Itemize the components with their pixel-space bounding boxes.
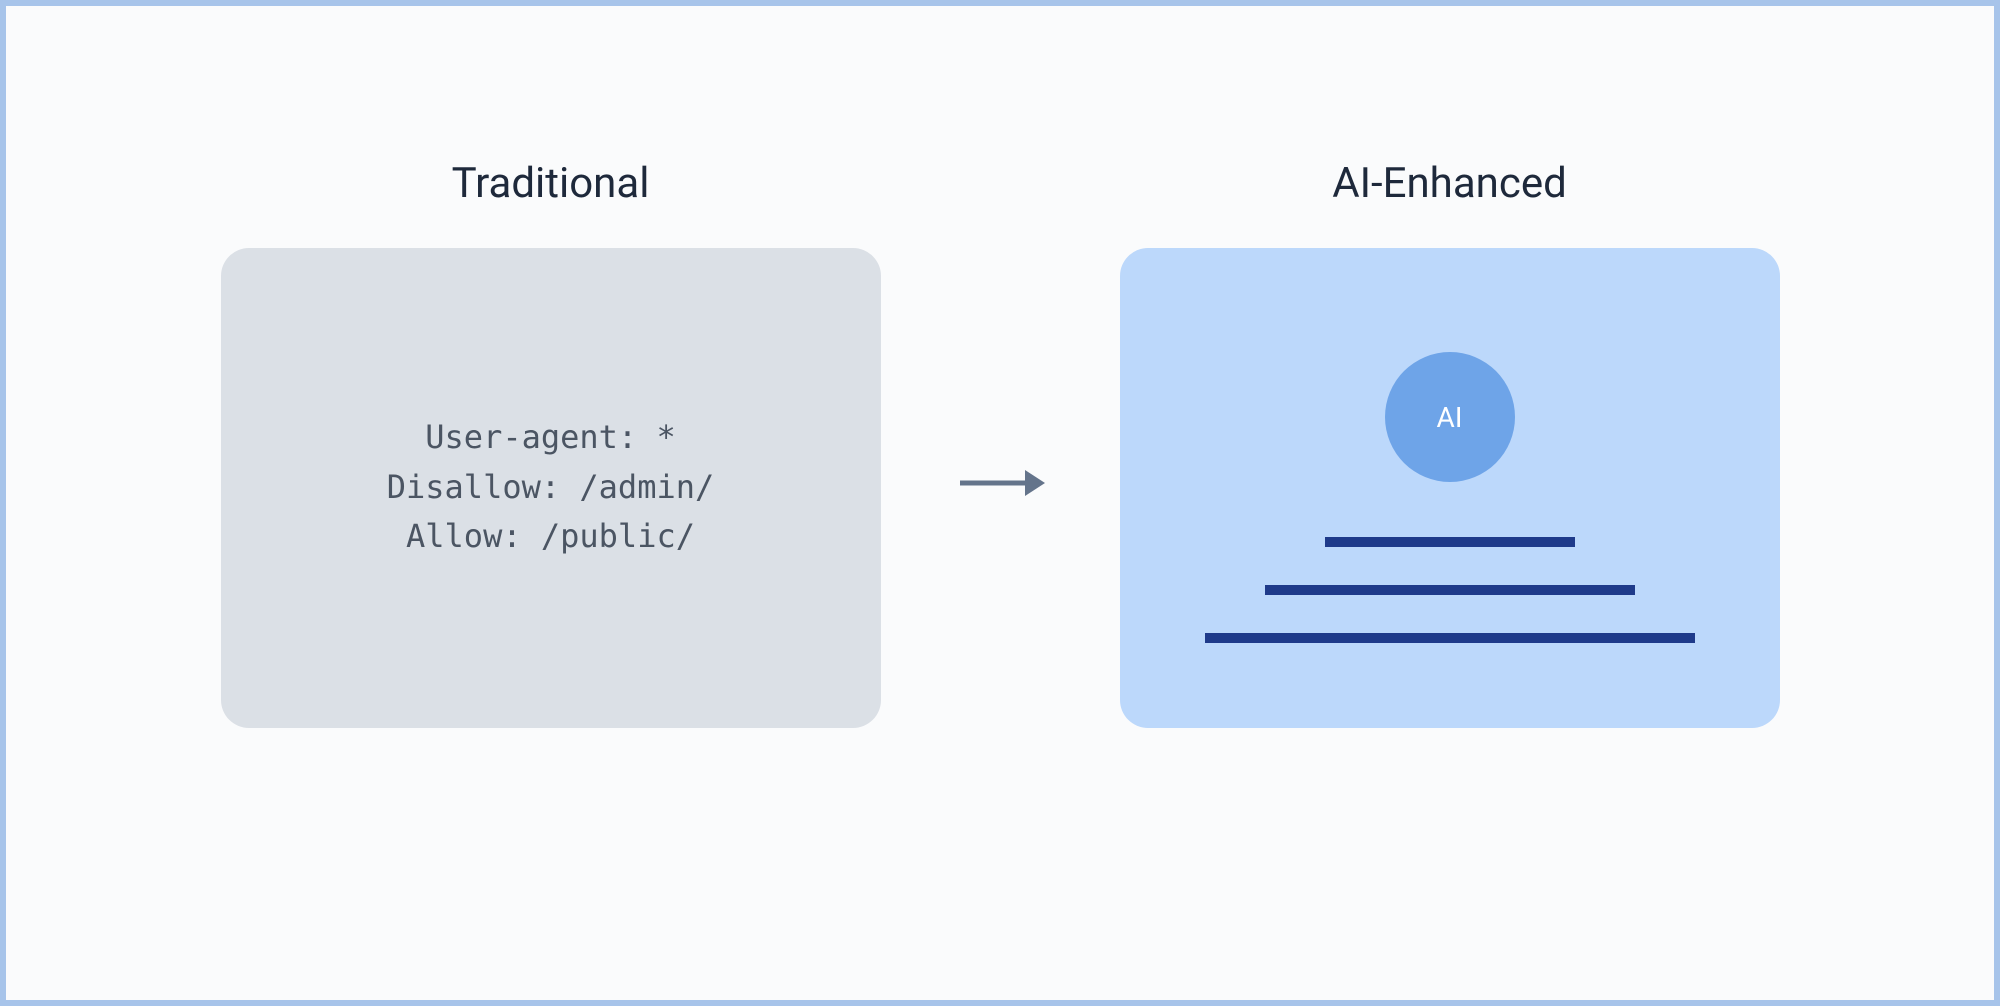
robots-txt-code: User-agent: * Disallow: /admin/ Allow: /… xyxy=(387,413,715,562)
traditional-panel: User-agent: * Disallow: /admin/ Allow: /… xyxy=(221,248,881,728)
ai-enhanced-title: AI-Enhanced xyxy=(1332,159,1567,208)
diagram-container: Traditional User-agent: * Disallow: /adm… xyxy=(6,159,1994,728)
ai-bar-2 xyxy=(1265,585,1635,595)
traditional-column: Traditional User-agent: * Disallow: /adm… xyxy=(206,159,895,728)
ai-bars xyxy=(1205,537,1695,643)
ai-bar-1 xyxy=(1325,537,1575,547)
arrow-icon xyxy=(955,458,1045,508)
ai-enhanced-panel: AI xyxy=(1120,248,1780,728)
ai-circle-icon: AI xyxy=(1385,352,1515,482)
ai-enhanced-column: AI-Enhanced AI xyxy=(1105,159,1794,728)
ai-circle-label: AI xyxy=(1437,401,1463,434)
traditional-title: Traditional xyxy=(452,159,650,208)
ai-bar-3 xyxy=(1205,633,1695,643)
